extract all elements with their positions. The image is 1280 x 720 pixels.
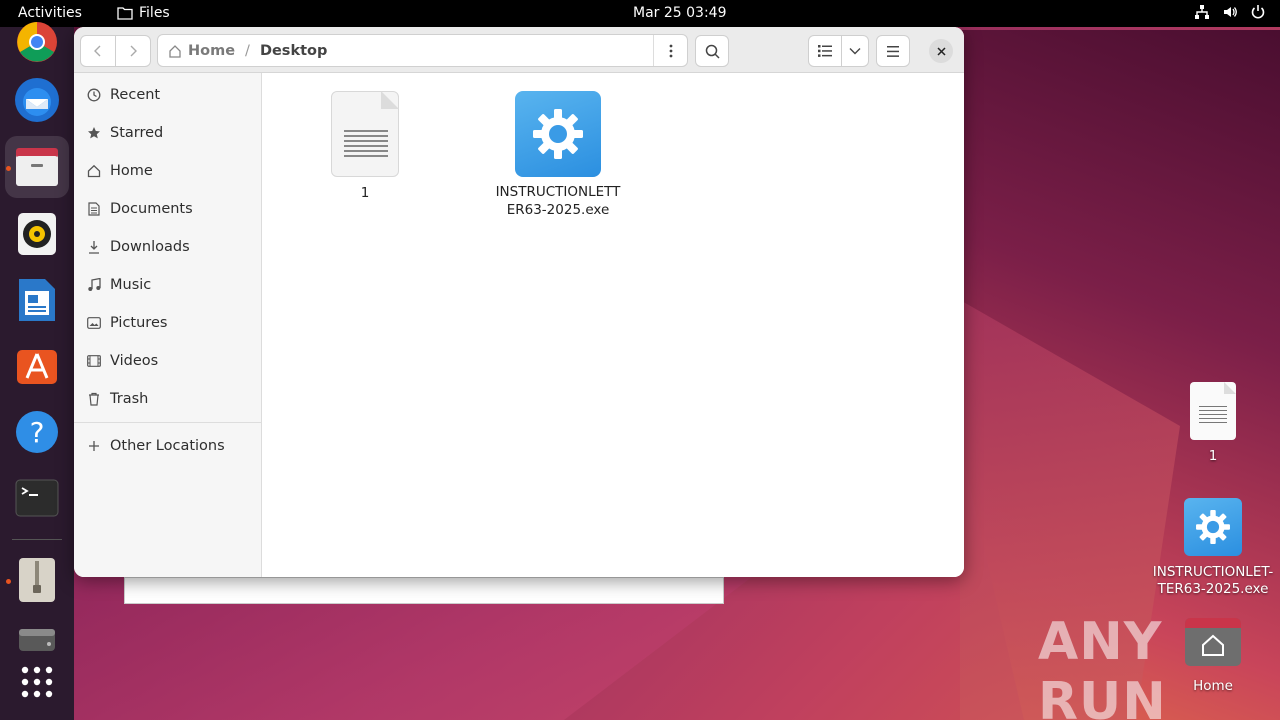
background-window[interactable] bbox=[124, 577, 724, 604]
watermark-logo: ANY RUN bbox=[1038, 612, 1167, 720]
sidebar-item-starred[interactable]: Starred bbox=[86, 116, 163, 150]
view-options-button[interactable] bbox=[841, 35, 869, 67]
plus-icon bbox=[86, 438, 102, 454]
executable-gear-icon bbox=[1184, 498, 1242, 556]
sidebar-item-other-locations[interactable]: Other Locations bbox=[86, 429, 225, 463]
clock[interactable]: Mar 25 03:49 bbox=[633, 5, 726, 21]
file-name-line: ER63-2025.exe bbox=[506, 202, 610, 218]
text-file-icon bbox=[331, 91, 399, 177]
sidebar-item-downloads[interactable]: Downloads bbox=[86, 230, 190, 264]
sidebar-item-label: Other Locations bbox=[110, 438, 225, 454]
desktop-icon-exe[interactable]: INSTRUCTIONLET- TER63-2025.exe bbox=[1148, 498, 1278, 598]
list-view-icon bbox=[818, 45, 832, 57]
sidebar-item-label: Trash bbox=[110, 391, 149, 407]
close-button[interactable] bbox=[929, 39, 953, 63]
file-item[interactable]: 1 bbox=[319, 91, 411, 201]
sidebar-item-trash[interactable]: Trash bbox=[86, 382, 148, 416]
sidebar-item-label: Starred bbox=[110, 125, 164, 141]
video-icon bbox=[86, 353, 102, 369]
file-item[interactable]: INSTRUCTIONLETT ER63-2025.exe bbox=[483, 91, 633, 219]
svg-text:?: ? bbox=[30, 416, 45, 449]
main-menu-button[interactable] bbox=[876, 35, 910, 67]
sidebar: Recent Starred Home Documents Downloads … bbox=[74, 73, 262, 577]
network-icon bbox=[1195, 5, 1209, 19]
sidebar-item-label: Videos bbox=[110, 353, 159, 369]
file-view[interactable]: 1 INSTRUCTIONLETT ER63-2025.exe bbox=[263, 73, 964, 577]
writer-icon[interactable] bbox=[5, 269, 69, 331]
document-icon bbox=[86, 201, 102, 217]
view-list-button[interactable] bbox=[808, 35, 842, 67]
running-indicator bbox=[6, 579, 11, 584]
dock-separator bbox=[12, 539, 62, 540]
forward-button[interactable] bbox=[115, 35, 151, 67]
star-icon bbox=[86, 125, 102, 141]
power-icon bbox=[1251, 5, 1265, 19]
path-menu-button[interactable] bbox=[653, 35, 687, 66]
executable-gear-icon bbox=[515, 91, 601, 177]
sidebar-item-label: Documents bbox=[110, 201, 193, 217]
app-name: Files bbox=[139, 5, 170, 21]
desktop-icon-label: INSTRUCTIONLET- bbox=[1152, 564, 1274, 580]
trash-icon bbox=[86, 391, 102, 407]
desktop-icon-label: 1 bbox=[1208, 448, 1218, 464]
sidebar-item-label: Recent bbox=[110, 87, 161, 103]
sidebar-item-label: Music bbox=[110, 277, 152, 293]
picture-icon bbox=[86, 315, 102, 331]
help-icon[interactable]: ? bbox=[5, 401, 69, 463]
file-name-line: INSTRUCTIONLETT bbox=[495, 184, 621, 200]
back-button[interactable] bbox=[80, 35, 116, 67]
running-indicator bbox=[6, 166, 11, 171]
home-icon bbox=[86, 163, 102, 179]
app-grid-icon[interactable] bbox=[5, 651, 69, 713]
path-home[interactable]: Home bbox=[168, 43, 235, 59]
top-bar: Activities Files Mar 25 03:49 bbox=[0, 0, 1280, 27]
path-separator: / bbox=[245, 42, 250, 59]
music-icon bbox=[86, 277, 102, 293]
app-center-icon[interactable] bbox=[5, 335, 69, 397]
sidebar-item-documents[interactable]: Documents bbox=[86, 192, 193, 226]
files-icon[interactable] bbox=[5, 136, 69, 198]
thunderbird-icon[interactable] bbox=[5, 69, 69, 131]
folder-icon bbox=[117, 7, 133, 20]
path-home-label: Home bbox=[188, 42, 236, 59]
kebab-menu-icon bbox=[669, 44, 672, 57]
sidebar-item-home[interactable]: Home bbox=[86, 154, 153, 188]
chevron-down-icon bbox=[849, 48, 861, 55]
close-icon bbox=[936, 46, 946, 56]
sidebar-item-videos[interactable]: Videos bbox=[86, 344, 158, 378]
home-icon bbox=[169, 44, 181, 58]
terminal-icon[interactable] bbox=[5, 467, 69, 529]
system-tray[interactable] bbox=[1194, 4, 1266, 20]
path-current[interactable]: Desktop bbox=[260, 43, 327, 59]
clock-icon bbox=[86, 87, 102, 103]
sidebar-item-label: Home bbox=[110, 163, 153, 179]
chrome-icon[interactable] bbox=[5, 11, 69, 73]
sidebar-item-label: Downloads bbox=[110, 239, 190, 255]
sidebar-item-label: Pictures bbox=[110, 315, 168, 331]
sidebar-item-recent[interactable]: Recent bbox=[86, 78, 160, 112]
file-name: 1 bbox=[360, 185, 370, 201]
app-menu[interactable]: Files bbox=[117, 5, 170, 21]
files-window: Home / Desktop Recent Starred Home Docum… bbox=[74, 27, 964, 577]
text-file-icon bbox=[1190, 382, 1236, 440]
sidebar-divider bbox=[74, 422, 262, 423]
download-icon bbox=[86, 239, 102, 255]
header-bar: Home / Desktop bbox=[74, 27, 964, 73]
rhythmbox-icon[interactable] bbox=[5, 203, 69, 265]
search-button[interactable] bbox=[695, 35, 729, 67]
dock: ? bbox=[0, 22, 74, 720]
search-icon bbox=[705, 44, 720, 59]
path-bar[interactable]: Home / Desktop bbox=[157, 34, 688, 67]
sidebar-item-music[interactable]: Music bbox=[86, 268, 151, 302]
desktop-icon-label: TER63-2025.exe bbox=[1157, 581, 1269, 597]
archive-icon[interactable] bbox=[5, 549, 69, 611]
sidebar-item-pictures[interactable]: Pictures bbox=[86, 306, 167, 340]
hamburger-icon bbox=[887, 45, 899, 57]
chevron-left-icon bbox=[94, 45, 101, 57]
desktop-icon-text-file[interactable]: 1 bbox=[1170, 382, 1256, 464]
chevron-right-icon bbox=[130, 45, 137, 57]
volume-icon bbox=[1224, 7, 1237, 17]
